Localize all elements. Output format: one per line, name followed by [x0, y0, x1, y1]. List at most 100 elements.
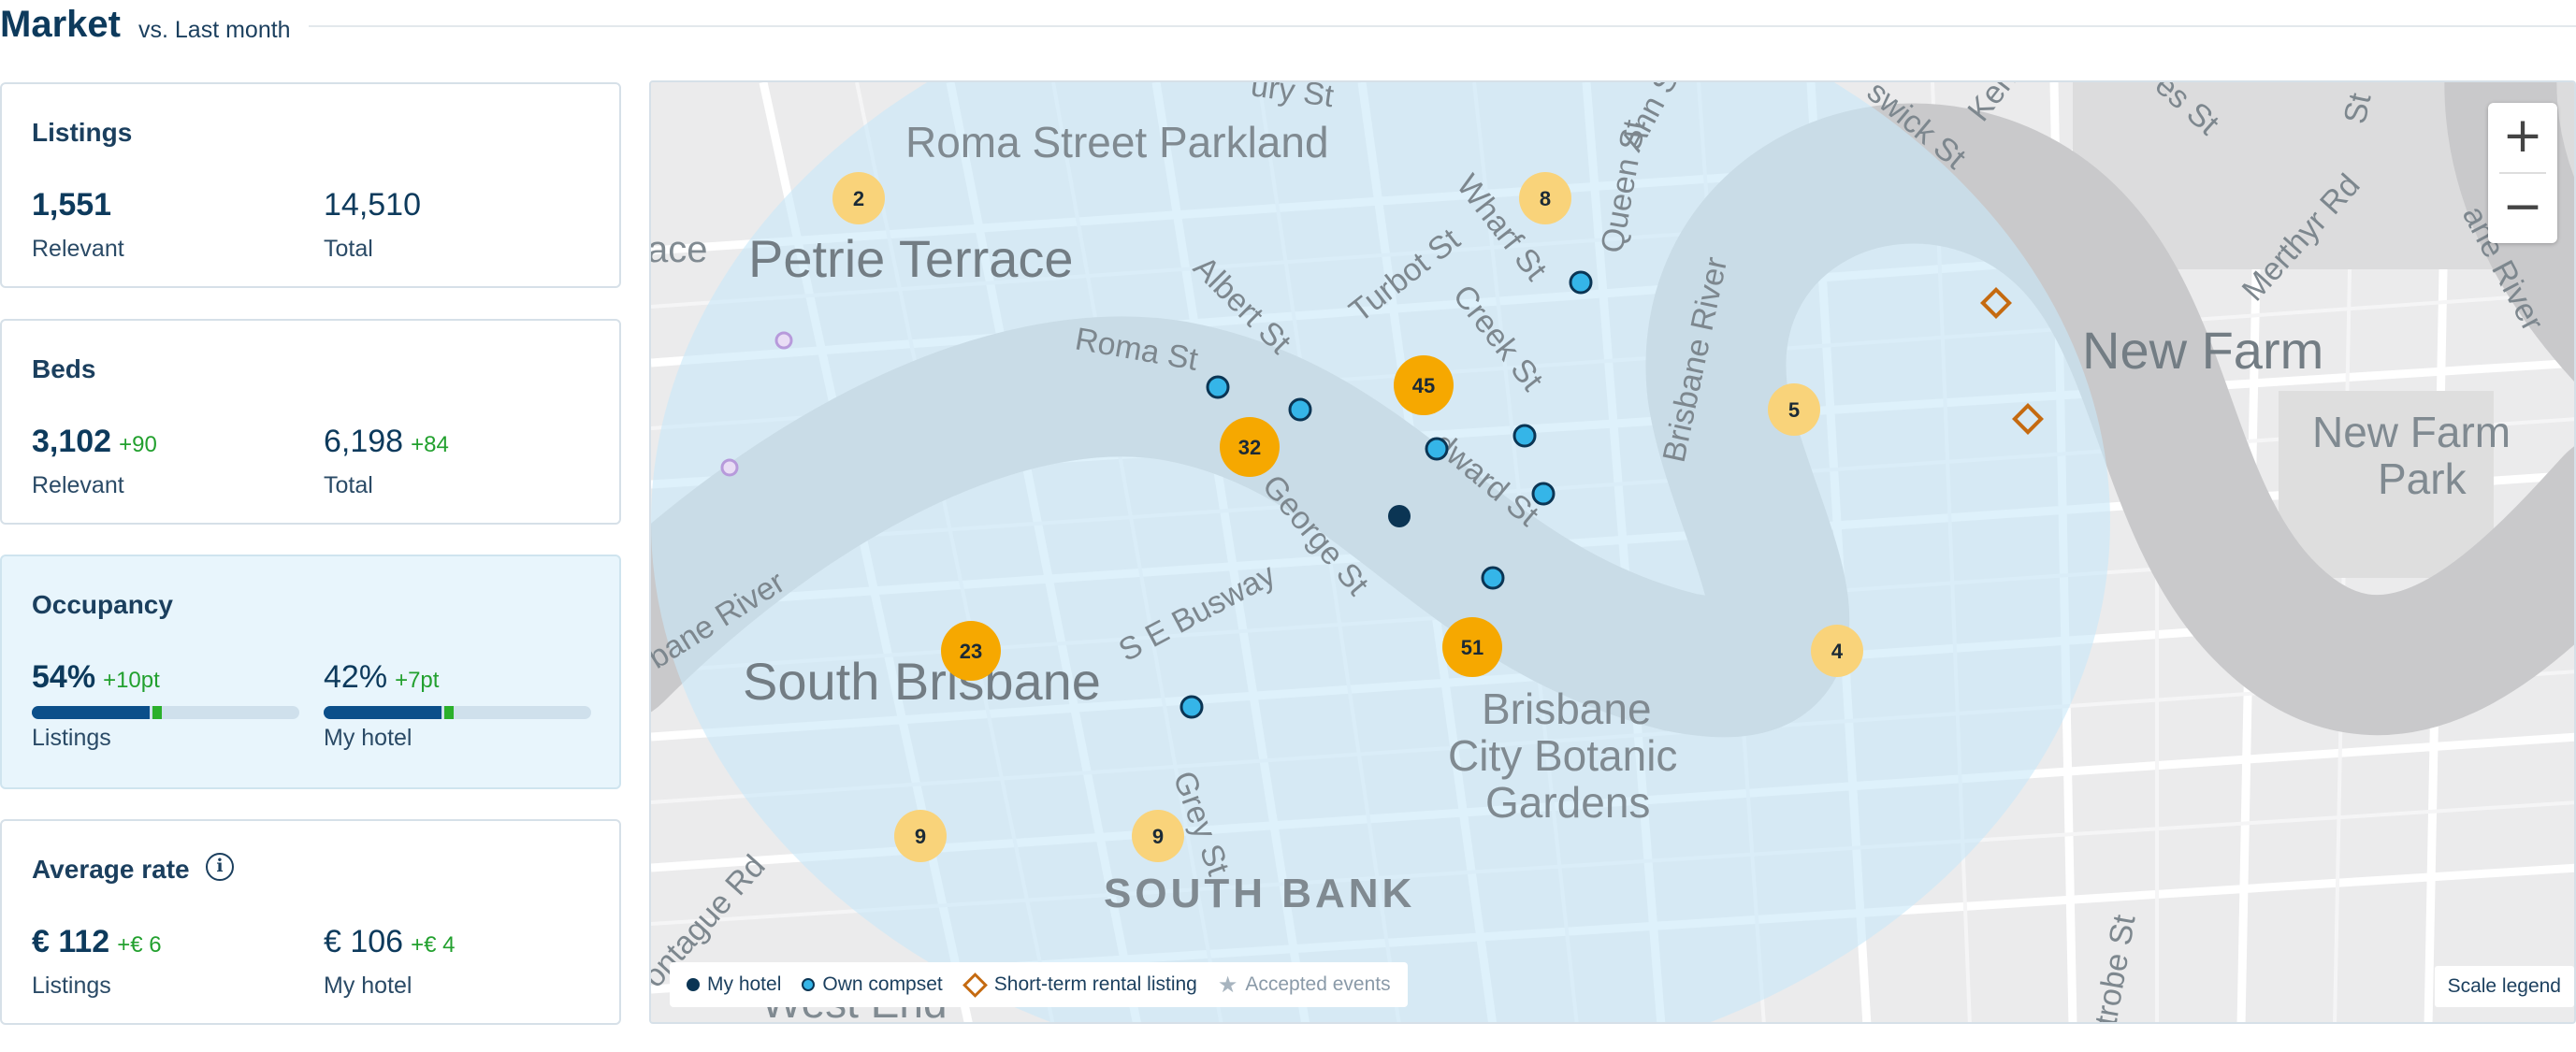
cluster-count: 51 — [1461, 636, 1483, 659]
legend-label: My hotel — [707, 973, 782, 995]
metric-label: Total — [324, 472, 373, 498]
average-rate-card[interactable]: Average rate i € 112 +€ 6 Listings € 106 +… — [0, 819, 621, 1025]
compset-marker[interactable] — [1569, 270, 1593, 295]
legend-accepted-events[interactable]: ★ Accepted events — [1218, 972, 1391, 999]
metric-label: My hotel — [324, 973, 412, 999]
rate-my-hotel: € 106 +€ 4 My hotel — [324, 924, 456, 999]
zoom-in-button[interactable]: + — [2488, 103, 2557, 172]
bar-fill — [324, 706, 441, 719]
metric-delta: +10pt — [103, 668, 160, 693]
metric-label: Listings — [32, 973, 111, 999]
metric-value: 1,551 — [32, 187, 112, 223]
zoom-controls: + − — [2488, 103, 2557, 243]
compset-icon — [802, 978, 816, 991]
bar-previous-marker — [443, 706, 454, 719]
cluster-count: 8 — [1540, 187, 1551, 210]
place-label: Gardens — [1485, 778, 1650, 827]
metric-delta: +€ 4 — [411, 932, 456, 958]
legend-label: Accepted events — [1245, 973, 1391, 995]
metric-value: € 112 — [32, 924, 110, 959]
metric-value: 54% — [32, 659, 96, 695]
metric-delta: +€ 6 — [117, 932, 162, 958]
occupancy-listings: 54% +10pt Listings — [32, 659, 160, 751]
place-label: South Brisbane — [743, 652, 1101, 711]
beds-card[interactable]: Beds 3,102 +90 Relevant 6,198 +84 Total — [0, 319, 621, 525]
cluster-count: 23 — [960, 640, 982, 663]
metric-delta: +90 — [119, 432, 157, 457]
place-label: Roma Street Parkland — [905, 118, 1329, 166]
legend-short-term[interactable]: Short-term rental listing — [962, 972, 1197, 998]
metric-label: Relevant — [32, 472, 124, 498]
bar-previous-marker — [152, 706, 162, 719]
metric-delta: +84 — [411, 432, 449, 457]
header-divider — [309, 25, 2576, 27]
legend-my-hotel[interactable]: My hotel — [687, 973, 781, 996]
place-label: ace — [651, 229, 708, 270]
map-point[interactable] — [720, 458, 739, 477]
my-hotel-icon — [687, 978, 700, 991]
my-hotel-marker[interactable] — [1388, 505, 1411, 527]
beds-relevant: 3,102 +90 Relevant — [32, 424, 157, 498]
place-label: Park — [2378, 454, 2467, 503]
place-label: SOUTH BANK — [1104, 871, 1415, 916]
occupancy-my-hotel: 42% +7pt My hotel — [324, 659, 440, 751]
card-title: Average rate — [32, 855, 190, 884]
compset-marker[interactable] — [1425, 437, 1449, 461]
card-title: Beds — [32, 354, 96, 383]
metric-value: 42% — [324, 659, 388, 695]
map-canvas[interactable]: Roma Street Parkland Petrie Terrace New … — [651, 82, 2576, 1024]
star-icon: ★ — [1217, 972, 1238, 998]
cluster-count: 45 — [1412, 374, 1435, 397]
diamond-icon — [962, 972, 988, 998]
scale-legend[interactable]: Scale legend — [2434, 966, 2574, 1007]
legend-label: Own compset — [822, 973, 943, 995]
map-point[interactable] — [774, 331, 793, 350]
place-label: New Farm — [2312, 408, 2511, 456]
compset-marker[interactable] — [1206, 375, 1230, 399]
compset-marker[interactable] — [1179, 695, 1204, 719]
compset-marker[interactable] — [1531, 482, 1556, 506]
metric-value: 3,102 — [32, 424, 112, 459]
card-title: Listings — [32, 118, 133, 147]
metric-delta: +7pt — [395, 668, 440, 693]
compset-marker[interactable] — [1481, 566, 1505, 590]
place-label: Brisbane — [1482, 685, 1652, 733]
metric-label: My hotel — [324, 725, 412, 751]
rate-listings: € 112 +€ 6 Listings — [32, 924, 162, 999]
zoom-out-button[interactable]: − — [2488, 174, 2557, 243]
metric-value: € 106 — [324, 924, 404, 959]
page-header: Market vs. Last month — [0, 0, 2576, 56]
place-label: Petrie Terrace — [748, 229, 1074, 288]
metric-value: 6,198 — [324, 424, 404, 459]
info-icon[interactable]: i — [206, 853, 234, 881]
occupancy-listings-bar — [32, 706, 299, 719]
map-legend: My hotel Own compset Short-term rental l… — [670, 962, 1408, 1007]
cluster-count: 4 — [1831, 640, 1844, 663]
legend-label: Short-term rental listing — [993, 973, 1197, 995]
occupancy-card[interactable]: Occupancy 54% +10pt Listings 42% +7pt My h… — [0, 555, 621, 789]
metric-label: Relevant — [32, 236, 124, 262]
listings-card[interactable]: Listings 1,551 Relevant 14,510 Total — [0, 82, 621, 288]
place-label: City Botanic — [1448, 731, 1677, 780]
page-title: Market — [0, 4, 121, 45]
comparison-period: vs. Last month — [138, 17, 291, 43]
cluster-count: 9 — [915, 825, 926, 848]
listings-relevant: 1,551 Relevant — [32, 187, 124, 262]
beds-total: 6,198 +84 Total — [324, 424, 449, 498]
cluster-count: 2 — [853, 187, 864, 210]
occupancy-my-hotel-bar — [324, 706, 591, 719]
legend-own-compset[interactable]: Own compset — [802, 973, 943, 996]
card-title: Occupancy — [32, 590, 173, 619]
cluster-count: 32 — [1238, 436, 1261, 459]
metric-value: 14,510 — [324, 187, 421, 223]
market-map[interactable]: Roma Street Parkland Petrie Terrace New … — [649, 80, 2576, 1024]
compset-marker[interactable] — [1512, 424, 1537, 448]
place-label: New Farm — [2082, 321, 2323, 380]
bar-fill — [32, 706, 150, 719]
metric-label: Listings — [32, 725, 111, 751]
cluster-count: 5 — [1788, 398, 1800, 422]
metric-label: Total — [324, 236, 373, 262]
listings-total: 14,510 Total — [324, 187, 421, 262]
compset-marker[interactable] — [1288, 397, 1312, 422]
cluster-count: 9 — [1152, 825, 1164, 848]
